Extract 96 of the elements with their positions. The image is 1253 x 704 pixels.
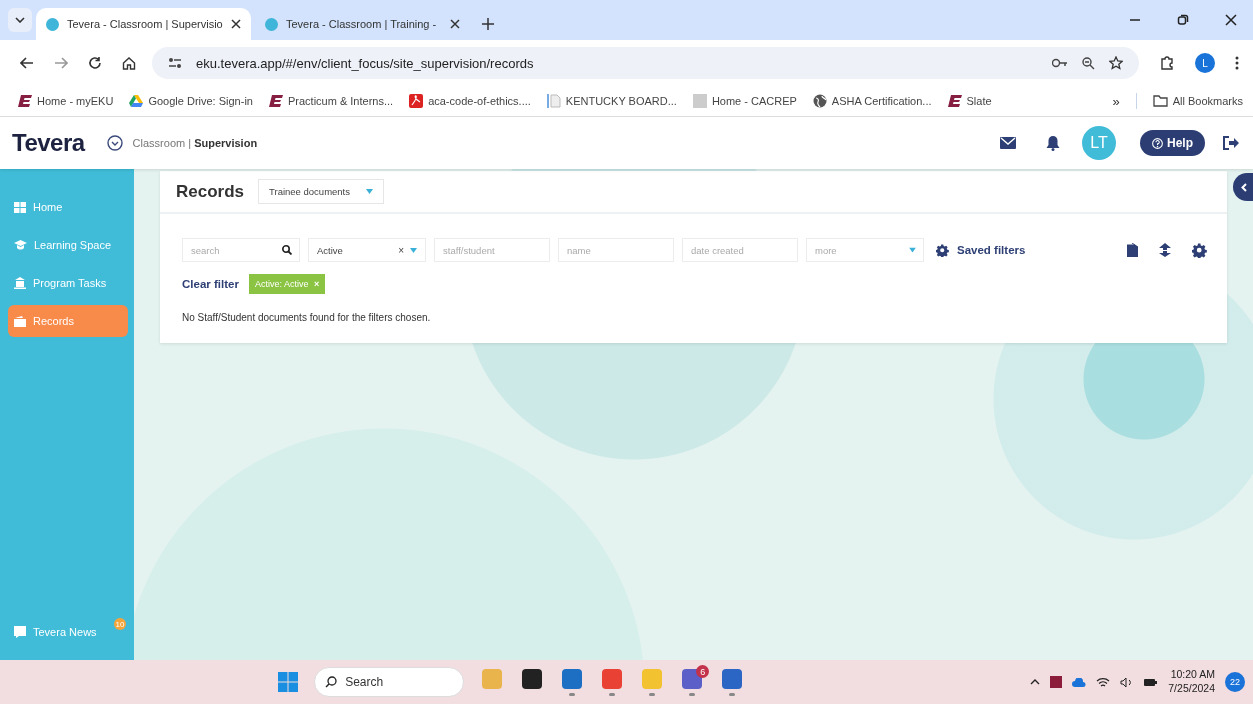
puzzle-icon[interactable]	[1159, 55, 1175, 71]
windows-start-icon[interactable]	[278, 672, 299, 692]
bookmark-link[interactable]: Practicum & Interns...	[268, 95, 394, 107]
bell-icon[interactable]	[1046, 135, 1060, 151]
mail-icon[interactable]	[1000, 137, 1016, 149]
clock[interactable]: 10:20 AM 7/25/2024	[1168, 668, 1215, 696]
date-text: 7/25/2024	[1168, 682, 1215, 696]
bookmark-link[interactable]: Home - myEKU	[18, 95, 114, 107]
status-select[interactable]: Active ×	[308, 238, 426, 262]
filter-chip: Active: Active ×	[248, 274, 326, 294]
speech-bubble-icon	[14, 626, 26, 638]
triangle-logo-icon	[129, 95, 144, 107]
reload-icon[interactable]	[88, 56, 102, 70]
saved-filters-link[interactable]: Saved filters	[936, 243, 1026, 257]
search-field[interactable]: search	[182, 238, 300, 262]
new-tab-icon[interactable]	[482, 18, 494, 30]
letter-e-logo-icon	[18, 95, 32, 107]
sign-out-icon[interactable]	[1223, 136, 1239, 150]
search-icon	[325, 676, 338, 688]
page-title: Records	[176, 181, 245, 202]
browser-tab[interactable]: Tevera - Classroom | Supervisio	[36, 8, 251, 40]
back-arrow-icon[interactable]	[20, 57, 34, 69]
chevron-left-icon	[1241, 182, 1247, 192]
more-bookmarks-button[interactable]: »	[1112, 93, 1120, 109]
letter-e-logo-icon	[268, 95, 283, 107]
question-circle-icon	[1152, 137, 1163, 149]
gear-icon	[936, 243, 949, 257]
search-icon	[282, 245, 292, 255]
address-bar[interactable]: eku.tevera.app/#/env/client_focus/site_supervision/records	[152, 47, 1139, 79]
caret-icon	[909, 247, 916, 253]
key-icon[interactable]	[1052, 58, 1068, 68]
collapse-panel-button[interactable]	[1233, 173, 1253, 201]
clear-selection-button[interactable]: ×	[398, 244, 404, 256]
profile-avatar[interactable]: L	[1195, 53, 1215, 73]
more-filters-dropdown[interactable]: more	[806, 238, 924, 262]
browser-tab[interactable]: Tevera - Classroom | Training -	[255, 8, 470, 40]
grid-icon	[14, 201, 26, 213]
bookmark-link[interactable]: Slate	[947, 95, 992, 107]
upload-download-icon[interactable]	[1158, 243, 1172, 257]
all-bookmarks-link[interactable]: All Bookmarks	[1152, 95, 1243, 107]
site-settings-icon	[168, 57, 182, 69]
filter-field[interactable]: name	[558, 238, 674, 262]
app-tray-icon[interactable]	[1050, 676, 1063, 688]
home-icon[interactable]	[122, 56, 136, 70]
battery-icon[interactable]	[1143, 676, 1159, 688]
caret-icon	[410, 247, 417, 253]
bookmark-link[interactable]: KENTUCKY BOARD...	[546, 94, 677, 108]
filter-field[interactable]: staff/student	[434, 238, 550, 262]
chevron-down-icon	[15, 17, 25, 23]
url-text: eku.tevera.app/#/env/client_focus/site_supervision/records	[196, 55, 534, 71]
help-button[interactable]: Help	[1140, 130, 1205, 156]
page-icon	[692, 94, 707, 108]
speaker-icon[interactable]	[1120, 676, 1134, 688]
restore-icon[interactable]	[1177, 14, 1189, 26]
star-icon[interactable]	[1109, 56, 1123, 70]
count-badge: 6	[696, 665, 710, 678]
clear-filter-link[interactable]: Clear filter	[182, 278, 239, 290]
building-icon	[14, 277, 26, 289]
taskbar-search-field[interactable]: Search	[314, 667, 465, 697]
close-icon[interactable]	[450, 19, 460, 29]
pdf-icon	[409, 94, 424, 108]
count-badge: 10	[114, 618, 126, 630]
bookmark-link[interactable]: Google Drive: Sign-in	[129, 95, 253, 107]
cloud-icon[interactable]	[1072, 677, 1087, 687]
settings-icon[interactable]	[1192, 242, 1207, 258]
breadcrumb: Classroom | Supervision	[132, 137, 258, 149]
document-icon	[546, 94, 561, 108]
time-text: 10:20 AM	[1170, 668, 1215, 682]
site-icon	[265, 17, 278, 31]
document-icon[interactable]	[1127, 243, 1138, 257]
tevera-logo[interactable]: Tevera	[12, 129, 85, 157]
close-icon[interactable]	[231, 19, 241, 29]
tab-title: Tevera - Classroom | Training -	[286, 18, 438, 30]
site-icon	[46, 17, 59, 31]
letter-e-logo-icon	[947, 95, 962, 107]
caret-icon	[366, 189, 373, 194]
notification-badge[interactable]: 22	[1225, 672, 1245, 692]
filter-field[interactable]: date created	[682, 238, 798, 262]
chevron-circle-icon[interactable]	[106, 135, 123, 151]
forward-arrow-icon[interactable]	[54, 57, 68, 69]
menu-icon[interactable]	[1235, 56, 1239, 70]
tab-title: Tevera - Classroom | Supervisio	[67, 18, 223, 30]
wifi-icon[interactable]	[1096, 676, 1111, 688]
graduation-cap-icon	[14, 240, 27, 250]
empty-message: No Staff/Student documents found for the filters chosen.	[182, 312, 432, 323]
bookmark-link[interactable]: aca-code-of-ethics....	[409, 94, 531, 108]
bookmark-link[interactable]: ASHA Certification...	[812, 94, 932, 108]
globe-icon	[812, 94, 827, 108]
document-type-dropdown[interactable]: Trainee documents	[258, 179, 384, 204]
close-icon[interactable]	[1225, 14, 1237, 26]
folder-icon	[14, 315, 26, 327]
zoom-icon[interactable]	[1082, 56, 1095, 70]
tab-list-button[interactable]	[8, 8, 32, 32]
chevron-up-icon[interactable]	[1030, 679, 1041, 685]
bookmark-link[interactable]: Home - CACREP	[692, 94, 797, 108]
folder-icon	[1152, 95, 1168, 107]
